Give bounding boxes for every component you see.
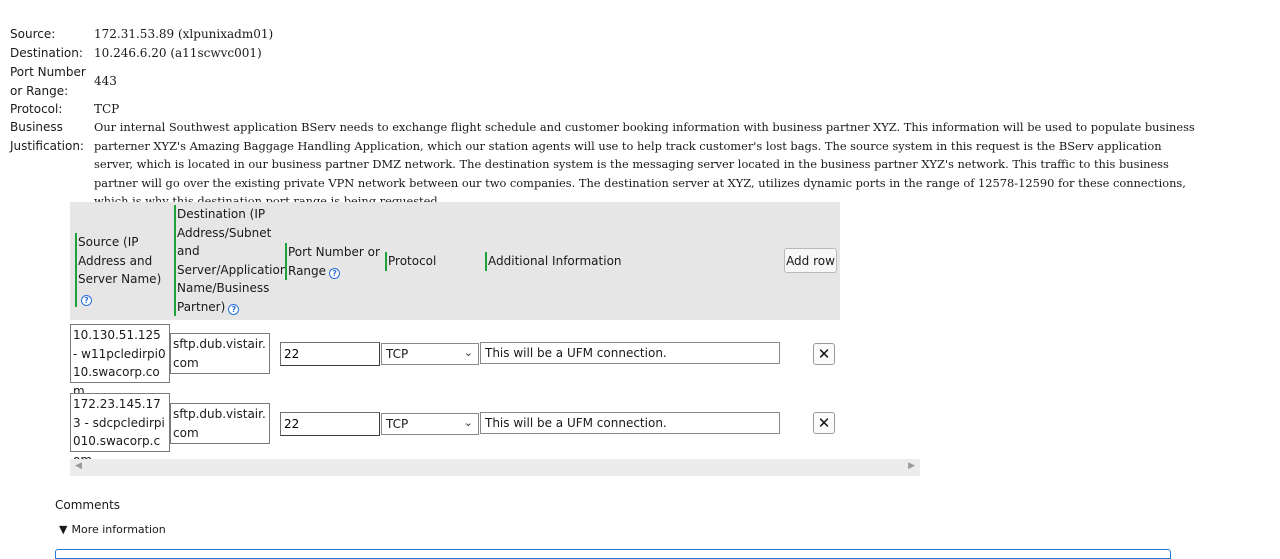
- destination-value: 10.246.6.20 (a11scwvc001): [94, 46, 262, 60]
- horizontal-scrollbar[interactable]: ◀ ▶: [70, 459, 920, 476]
- justification-value: Our internal Southwest application BServ…: [94, 120, 1195, 208]
- col-head-additional: Additional Information: [485, 252, 685, 271]
- protocol-select-value: TCP: [386, 347, 409, 361]
- protocol-select[interactable]: TCP ⌄: [381, 413, 479, 435]
- protocol-label: Protocol:: [10, 102, 63, 116]
- caret-down-icon: ▼: [59, 523, 68, 536]
- protocol-value: TCP: [94, 102, 120, 116]
- col-head-destination: Destination (IP Address/Subnet and Serve…: [174, 205, 287, 316]
- destination-label: Destination:: [10, 46, 83, 60]
- col-head-source-label: Source (IP Address and Server Name): [78, 235, 162, 286]
- add-row-button[interactable]: Add row: [784, 248, 837, 273]
- port-value: 443: [94, 74, 117, 88]
- justification-label: Business Justification:: [10, 120, 84, 153]
- port-input[interactable]: [280, 342, 380, 366]
- port-label: Port Number or Range:: [10, 65, 86, 98]
- help-icon[interactable]: ?: [228, 303, 240, 315]
- source-label: Source:: [10, 27, 56, 41]
- chevron-down-icon: ⌄: [463, 346, 473, 359]
- comments-textarea[interactable]: [55, 549, 1171, 559]
- protocol-select-value: TCP: [386, 417, 409, 431]
- destination-cell[interactable]: sftp.dub.vistair.com: [170, 333, 270, 374]
- more-information-label: More information: [71, 523, 166, 536]
- col-head-additional-label: Additional Information: [488, 254, 622, 268]
- scroll-right-icon[interactable]: ▶: [908, 461, 915, 471]
- help-icon[interactable]: ?: [81, 294, 92, 306]
- more-information-toggle[interactable]: ▼ More information: [59, 521, 166, 539]
- scroll-left-icon[interactable]: ◀: [75, 461, 82, 471]
- chevron-down-icon: ⌄: [463, 416, 473, 429]
- port-input[interactable]: [280, 412, 380, 436]
- protocol-select[interactable]: TCP ⌄: [381, 343, 479, 365]
- comments-label: Comments: [55, 498, 121, 512]
- additional-info-input[interactable]: This will be a UFM connection.: [480, 412, 780, 434]
- source-cell[interactable]: 10.130.51.125 - w11pcledirpi010.swacorp.…: [70, 324, 170, 398]
- source-cell[interactable]: 172.23.145.173 - sdcpcledirpi010.swacorp…: [70, 393, 170, 467]
- delete-row-button[interactable]: ✕: [813, 343, 835, 365]
- col-head-protocol-label: Protocol: [388, 254, 437, 268]
- destination-cell[interactable]: sftp.dub.vistair.com: [170, 403, 270, 444]
- additional-info-input[interactable]: This will be a UFM connection.: [480, 342, 780, 364]
- delete-row-button[interactable]: ✕: [813, 412, 835, 434]
- col-head-port: Port Number or Range?: [285, 243, 381, 280]
- source-value: 172.31.53.89 (xlpunixadm01): [94, 27, 274, 41]
- help-icon[interactable]: ?: [329, 267, 341, 279]
- col-head-destination-label: Destination (IP Address/Subnet and Serve…: [177, 207, 288, 314]
- col-head-source: Source (IP Address and Server Name)?: [75, 233, 171, 307]
- col-head-protocol: Protocol: [385, 252, 475, 271]
